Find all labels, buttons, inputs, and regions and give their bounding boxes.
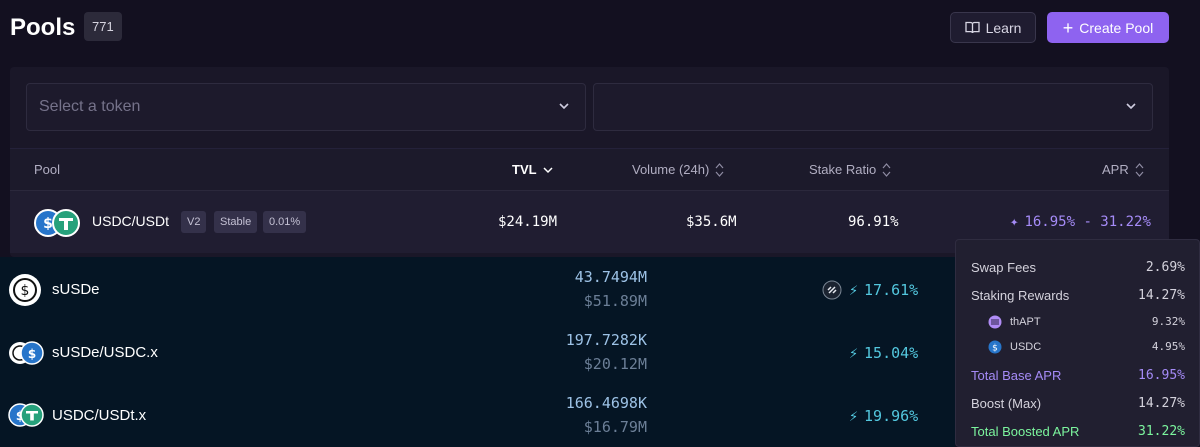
svg-text:$: $ xyxy=(28,347,36,361)
list-item[interactable]: $ sUSDe 43.7494M $51.89M ⚡ 17.61% xyxy=(0,257,955,320)
usdc-usdt-token-icon: $ xyxy=(8,403,44,427)
list-item[interactable]: $ sUSDe/USDC.x 197.7282K $20.12M ⚡ 15.04% xyxy=(0,320,955,383)
table-header: Pool TVL Volume (24h) Stake Ratio APR xyxy=(10,148,1169,190)
apr-range[interactable]: ✦ 16.95% - 31.22% xyxy=(1010,214,1151,230)
item-name: sUSDe xyxy=(52,281,100,298)
item-amount: 166.4698K xyxy=(565,394,647,412)
svg-text:$: $ xyxy=(21,283,30,299)
learn-label: Learn xyxy=(985,19,1022,36)
item-amount: 197.7282K xyxy=(565,331,647,349)
item-apr: ⚡ 19.96% xyxy=(849,407,919,425)
chevron-down-icon xyxy=(543,166,553,173)
bolt-icon: ⚡ xyxy=(849,407,859,425)
item-usd: $51.89M xyxy=(583,292,647,310)
sort-icon xyxy=(882,162,891,177)
item-name: USDC/USDt.x xyxy=(52,407,147,424)
partner-badge-icon xyxy=(822,280,842,300)
column-apr[interactable]: APR xyxy=(1102,162,1144,177)
item-apr: ⚡ 15.04% xyxy=(849,344,919,362)
column-stake-ratio[interactable]: Stake Ratio xyxy=(809,162,891,177)
learn-button[interactable]: Learn xyxy=(950,12,1036,43)
bolt-icon: ⚡ xyxy=(849,281,859,299)
boost-row: Boost (Max) 14.27% xyxy=(971,396,1185,411)
staking-sub-row: $ USDC 4.95% xyxy=(988,340,1185,354)
apr-breakdown-tooltip: Swap Fees 2.69% Staking Rewards 14.27% thA… xyxy=(955,239,1200,447)
stake-ratio-value: 96.91% xyxy=(848,214,899,230)
usdc-usdt-token-icon: $ xyxy=(34,209,80,237)
usdc-token-icon: $ xyxy=(988,340,1002,354)
thapt-token-icon xyxy=(988,315,1002,329)
column-tvl[interactable]: TVL xyxy=(512,162,553,177)
swap-fees-row: Swap Fees 2.69% xyxy=(971,260,1185,275)
token-select[interactable]: Select a token xyxy=(26,83,586,131)
page-title: Pools xyxy=(10,14,76,41)
svg-text:$: $ xyxy=(992,344,998,354)
staking-rewards-row: Staking Rewards 14.27% xyxy=(971,288,1185,303)
svg-text:$: $ xyxy=(43,216,53,232)
sort-icon xyxy=(1135,162,1144,177)
secondary-select[interactable] xyxy=(593,83,1153,131)
bolt-icon: ⚡ xyxy=(849,344,859,362)
column-pool: Pool xyxy=(34,162,61,177)
item-amount: 43.7494M xyxy=(574,268,647,286)
volume-value: $35.6M xyxy=(686,214,737,230)
chevron-down-icon xyxy=(1126,103,1136,110)
create-pool-button[interactable]: + Create Pool xyxy=(1047,12,1169,43)
create-pool-label: Create Pool xyxy=(1079,19,1154,36)
column-volume[interactable]: Volume (24h) xyxy=(632,162,724,177)
plus-icon: + xyxy=(1062,17,1074,38)
item-apr: ⚡ 17.61% xyxy=(849,281,919,299)
item-name: sUSDe/USDC.x xyxy=(52,344,158,361)
susde-token-icon: $ xyxy=(9,274,41,306)
susde-usdc-token-icon: $ xyxy=(9,341,44,365)
total-base-apr-row: Total Base APR 16.95% xyxy=(971,368,1185,383)
sparkle-icon: ✦ xyxy=(1010,214,1019,230)
chevron-down-icon xyxy=(559,103,569,110)
fee-tag: 0.01% xyxy=(263,211,307,233)
token-select-placeholder: Select a token xyxy=(39,98,141,115)
pools-panel: Select a token Pool TVL Volume (24h) Sta… xyxy=(10,67,1169,257)
pool-count-badge: 771 xyxy=(84,12,122,41)
book-icon xyxy=(964,21,980,34)
pool-name: USDC/USDt xyxy=(92,213,170,229)
staking-list: $ sUSDe 43.7494M $51.89M ⚡ 17.61% $ sUSDe… xyxy=(0,257,955,447)
item-usd: $20.12M xyxy=(583,355,647,373)
staking-sub-row: thAPT 9.32% xyxy=(988,315,1185,329)
version-tag: V2 xyxy=(181,211,207,233)
list-item[interactable]: $ USDC/USDt.x 166.4698K $16.79M ⚡ 19.96% xyxy=(0,383,955,446)
total-boosted-apr-row: Total Boosted APR 31.22% xyxy=(971,424,1185,439)
tvl-value: $24.19M xyxy=(498,214,558,230)
item-usd: $16.79M xyxy=(583,418,647,436)
sort-icon xyxy=(715,162,724,177)
type-tag: Stable xyxy=(214,211,258,233)
